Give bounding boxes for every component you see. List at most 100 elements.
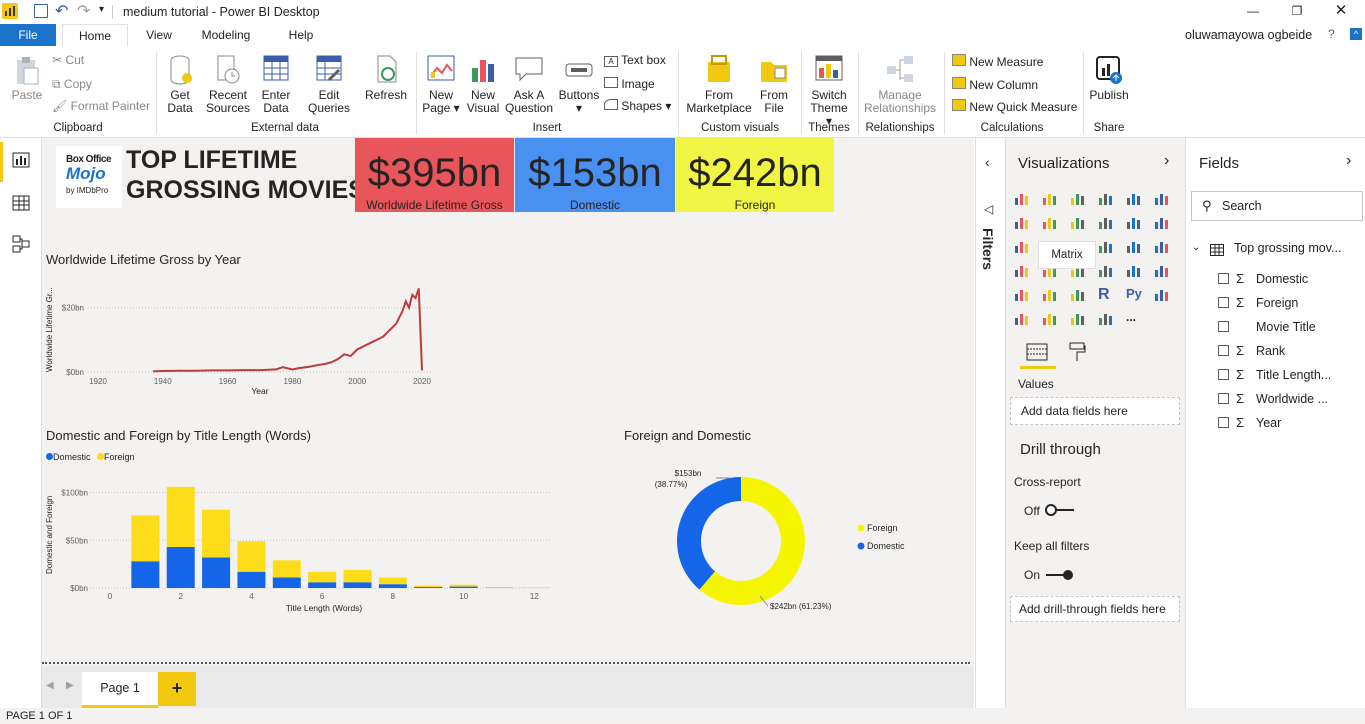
clustered-bar-icon[interactable] xyxy=(1070,190,1088,208)
stacked-bar-icon[interactable] xyxy=(1014,190,1032,208)
100-column-icon[interactable] xyxy=(1154,190,1172,208)
add-page-button[interactable]: + xyxy=(158,672,196,706)
r-visual-icon[interactable]: R xyxy=(1098,286,1116,304)
page-1-tab[interactable]: Page 1 xyxy=(82,672,158,708)
field-checkbox[interactable] xyxy=(1218,321,1229,332)
tab-file[interactable]: File xyxy=(0,24,56,46)
from-marketplace-button[interactable]: From Marketplace xyxy=(684,54,754,115)
format-painter-button[interactable]: 🖌 Format Painter xyxy=(52,100,150,113)
new-page-button[interactable]: New Page ▾ xyxy=(420,54,462,115)
bar-domestic[interactable] xyxy=(202,557,231,588)
line-stacked-column-icon[interactable] xyxy=(1126,214,1144,232)
card-icon[interactable] xyxy=(1098,262,1116,280)
collapse-visualizations-icon[interactable]: › xyxy=(1164,152,1169,170)
bar-foreign[interactable] xyxy=(131,515,160,562)
edit-queries-button[interactable]: Edit Queries xyxy=(304,54,354,115)
donut-icon[interactable] xyxy=(1098,238,1116,256)
image-button[interactable]: Image xyxy=(604,77,655,91)
filters-pane-collapsed[interactable]: ‹ ◁ Filters xyxy=(975,138,1005,708)
drill-through-drop-zone[interactable]: Add drill-through fields here xyxy=(1010,596,1180,622)
table-icon[interactable] xyxy=(1042,286,1060,304)
next-page-arrow[interactable]: ▶ xyxy=(66,680,74,691)
fields-search-box[interactable]: ⚲ Search xyxy=(1191,191,1363,221)
report-view-icon[interactable] xyxy=(12,152,30,171)
bar-foreign[interactable] xyxy=(308,571,337,583)
custom-visual-icon[interactable] xyxy=(1098,310,1116,328)
bar-domestic[interactable] xyxy=(343,582,372,588)
customize-quick-access-icon[interactable]: ▾ xyxy=(99,4,104,15)
slicer-icon[interactable] xyxy=(1014,286,1032,304)
keep-filters-toggle[interactable] xyxy=(1044,569,1076,581)
stacked-column-icon[interactable] xyxy=(1042,190,1060,208)
undo-icon[interactable]: ↶ xyxy=(55,1,68,21)
bar-foreign[interactable] xyxy=(449,584,478,587)
format-paint-roller-icon[interactable] xyxy=(1068,342,1086,362)
line-column-icon[interactable] xyxy=(1098,214,1116,232)
maximize-button[interactable]: ❐ xyxy=(1282,0,1312,22)
multi-row-card-icon[interactable] xyxy=(1126,262,1144,280)
refresh-button[interactable]: Refresh xyxy=(364,54,408,102)
more-visuals-icon[interactable]: ... xyxy=(1126,310,1144,328)
line-icon[interactable] xyxy=(1014,214,1032,232)
field-checkbox[interactable] xyxy=(1218,393,1229,404)
cross-report-toggle[interactable] xyxy=(1044,504,1076,516)
from-file-button[interactable]: From File xyxy=(756,54,792,115)
field-checkbox[interactable] xyxy=(1218,417,1229,428)
field-checkbox[interactable] xyxy=(1218,369,1229,380)
new-column-button[interactable]: New Column xyxy=(952,77,1038,92)
expand-filters-icon[interactable]: ‹ xyxy=(985,154,990,170)
switch-theme-button[interactable]: Switch Theme ▾ xyxy=(806,54,852,128)
paste-button[interactable]: Paste xyxy=(8,56,46,102)
recent-sources-button[interactable]: Recent Sources xyxy=(204,54,252,115)
bar-domestic[interactable] xyxy=(237,571,266,588)
bar-domestic[interactable] xyxy=(166,546,195,588)
cut-button[interactable]: ✂ Cut xyxy=(52,54,84,67)
tab-view[interactable]: View xyxy=(136,24,182,46)
tab-modeling[interactable]: Modeling xyxy=(192,24,260,46)
area-icon[interactable] xyxy=(1042,214,1060,232)
text-box-button[interactable]: A Text box xyxy=(604,54,666,67)
new-visual-button[interactable]: New Visual xyxy=(464,54,502,115)
tab-help[interactable]: Help xyxy=(278,24,324,46)
redo-icon[interactable]: ↷ xyxy=(77,1,90,21)
minimize-button[interactable]: — xyxy=(1238,0,1268,22)
help-icon[interactable]: ? xyxy=(1328,27,1335,41)
new-quick-measure-button[interactable]: New Quick Measure xyxy=(952,99,1077,114)
treemap-icon[interactable] xyxy=(1126,238,1144,256)
bar-domestic[interactable] xyxy=(308,582,337,588)
domestic-card[interactable]: $153bn Domestic xyxy=(515,138,675,212)
filled-map-icon[interactable] xyxy=(1014,262,1032,280)
waterfall-icon[interactable] xyxy=(1014,238,1032,256)
field-row[interactable]: Σ Year xyxy=(1186,415,1364,436)
globe-icon[interactable] xyxy=(1070,310,1088,328)
fields-well-tab-icon[interactable] xyxy=(1026,342,1048,362)
get-data-button[interactable]: Get Data xyxy=(160,54,200,115)
copy-button[interactable]: ⧉ Copy xyxy=(52,78,92,91)
prev-page-arrow[interactable]: ◀ xyxy=(46,680,54,691)
matrix-icon[interactable] xyxy=(1070,286,1088,304)
bar-foreign[interactable] xyxy=(166,486,195,547)
field-row[interactable]: Σ Domestic xyxy=(1186,271,1364,292)
enter-data-button[interactable]: Enter Data xyxy=(256,54,296,115)
bar-chart[interactable]: Domestic and Foreign $0bn $50bn $100bn 0 2 4… xyxy=(42,478,562,618)
key-influencers-icon[interactable] xyxy=(1154,286,1172,304)
clustered-column-icon[interactable] xyxy=(1098,190,1116,208)
tab-home[interactable]: Home xyxy=(62,24,128,46)
collapse-fields-icon[interactable]: › xyxy=(1346,152,1351,170)
bar-foreign[interactable] xyxy=(272,560,301,578)
bar-foreign[interactable] xyxy=(237,541,266,572)
publish-button[interactable]: Publish xyxy=(1088,54,1130,102)
100-bar-icon[interactable] xyxy=(1126,190,1144,208)
kpi-icon[interactable] xyxy=(1154,262,1172,280)
model-view-icon[interactable] xyxy=(12,235,30,256)
bar-domestic[interactable] xyxy=(378,584,407,588)
qa-icon[interactable] xyxy=(1042,310,1060,328)
line-chart[interactable]: Worldwide Lifetime Gr... $0bn $20bn 1920 1… xyxy=(42,272,452,402)
data-view-icon[interactable] xyxy=(12,195,30,214)
field-row[interactable]: Σ Title Length... xyxy=(1186,367,1364,388)
user-name[interactable]: oluwamayowa ogbeide xyxy=(1185,28,1312,42)
field-row[interactable]: Σ Worldwide ... xyxy=(1186,391,1364,412)
donut-slice-domestic[interactable] xyxy=(677,477,741,590)
donut-chart[interactable]: $153bn (38.77%) $242bn (61.23%) Foreign … xyxy=(620,450,930,630)
field-checkbox[interactable] xyxy=(1218,297,1229,308)
